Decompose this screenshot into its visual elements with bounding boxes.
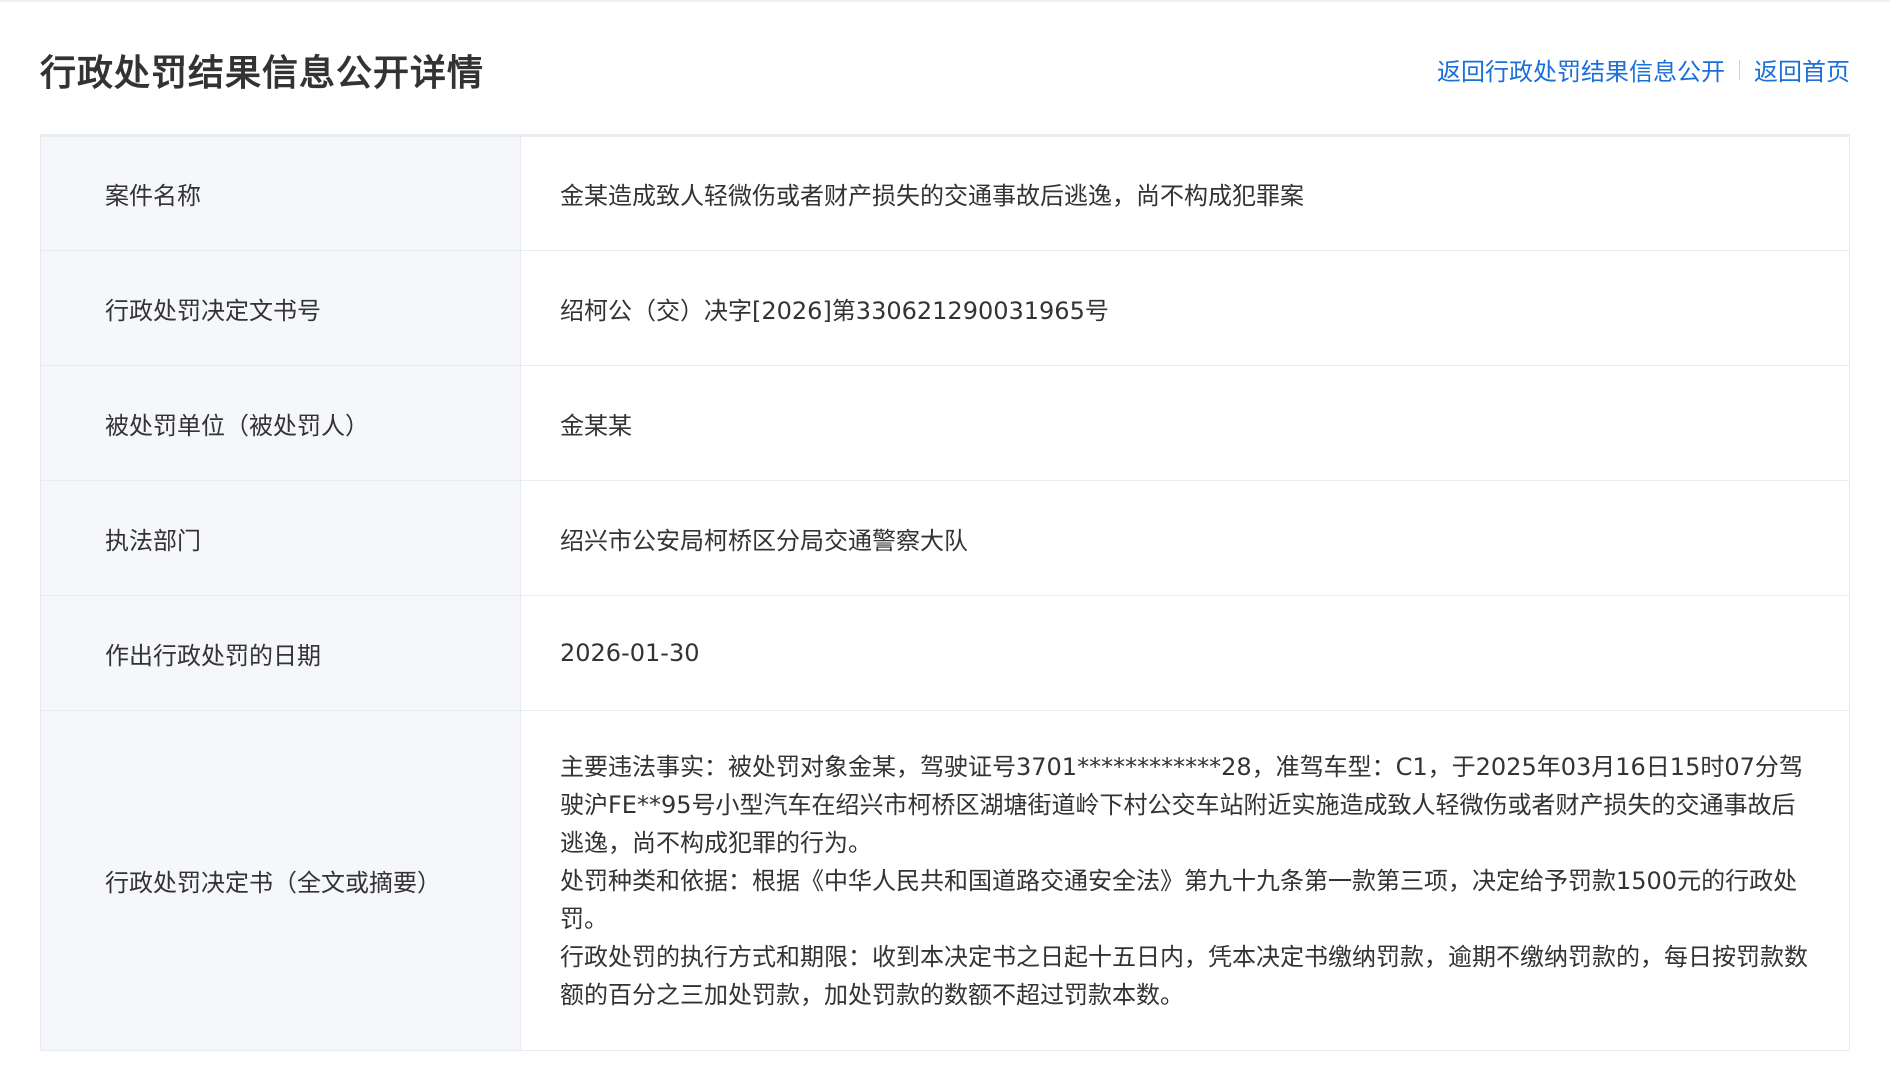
row-value: 金某某: [520, 365, 1850, 481]
home-link[interactable]: 返回首页: [1754, 52, 1850, 87]
row-label: 执法部门: [40, 480, 521, 596]
table-row: 执法部门 绍兴市公安局柯桥区分局交通警察大队: [40, 480, 1850, 596]
row-label: 案件名称: [40, 135, 521, 251]
decision-execution: 行政处罚的执行方式和期限：收到本决定书之日起十五日内，凭本决定书缴纳罚款，逾期不…: [560, 942, 1808, 1009]
row-label: 行政处罚决定文书号: [40, 250, 521, 366]
table-row: 作出行政处罚的日期 2026-01-30: [40, 595, 1850, 711]
table-row: 被处罚单位（被处罚人） 金某某: [40, 365, 1850, 481]
decision-facts: 主要违法事实：被处罚对象金某，驾驶证号3701************28，准驾…: [560, 752, 1803, 857]
detail-table: 案件名称 金某造成致人轻微伤或者财产损失的交通事故后逃逸，尚不构成犯罪案 行政处…: [40, 134, 1850, 1051]
table-row: 案件名称 金某造成致人轻微伤或者财产损失的交通事故后逃逸，尚不构成犯罪案: [40, 135, 1850, 251]
header-links: 返回行政处罚结果信息公开 返回首页: [1437, 52, 1850, 87]
row-label: 作出行政处罚的日期: [40, 595, 521, 711]
row-value: 绍兴市公安局柯桥区分局交通警察大队: [520, 480, 1850, 596]
table-row: 行政处罚决定书（全文或摘要） 主要违法事实：被处罚对象金某，驾驶证号3701**…: [40, 710, 1850, 1051]
row-value: 绍柯公（交）决字[2026]第330621290031965号: [520, 250, 1850, 366]
row-value: 金某造成致人轻微伤或者财产损失的交通事故后逃逸，尚不构成犯罪案: [520, 135, 1850, 251]
row-value: 2026-01-30: [520, 595, 1850, 711]
back-to-list-link[interactable]: 返回行政处罚结果信息公开: [1437, 52, 1725, 87]
decision-text: 主要违法事实：被处罚对象金某，驾驶证号3701************28，准驾…: [520, 710, 1850, 1051]
table-row: 行政处罚决定文书号 绍柯公（交）决字[2026]第330621290031965…: [40, 250, 1850, 366]
page-title: 行政处罚结果信息公开详情: [40, 53, 485, 94]
decision-basis: 处罚种类和依据：根据《中华人民共和国道路交通安全法》第九十九条第一款第三项，决定…: [560, 866, 1798, 933]
row-label: 被处罚单位（被处罚人）: [40, 365, 521, 481]
top-divider: [0, 0, 1890, 2]
row-label: 行政处罚决定书（全文或摘要）: [40, 710, 521, 1051]
link-separator: [1739, 59, 1740, 80]
